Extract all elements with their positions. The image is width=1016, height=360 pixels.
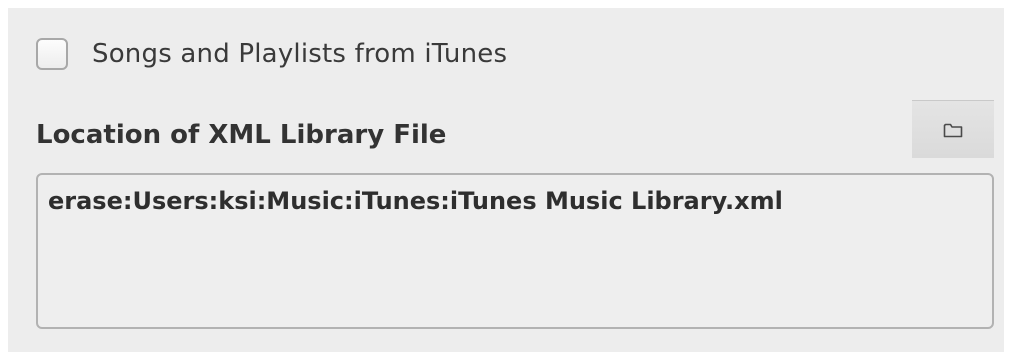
library-source-panel: Songs and Playlists from iTunes Location… — [8, 8, 1004, 352]
xml-library-path-field[interactable]: erase:Users:ksi:Music:iTunes:iTunes Musi… — [36, 173, 994, 329]
folder-icon — [943, 122, 963, 138]
xml-library-heading: Location of XML Library File — [36, 120, 447, 150]
itunes-option-row[interactable]: Songs and Playlists from iTunes — [36, 38, 507, 70]
browse-folder-button[interactable] — [912, 100, 994, 158]
itunes-checkbox[interactable] — [36, 38, 68, 70]
itunes-checkbox-label[interactable]: Songs and Playlists from iTunes — [92, 39, 507, 69]
